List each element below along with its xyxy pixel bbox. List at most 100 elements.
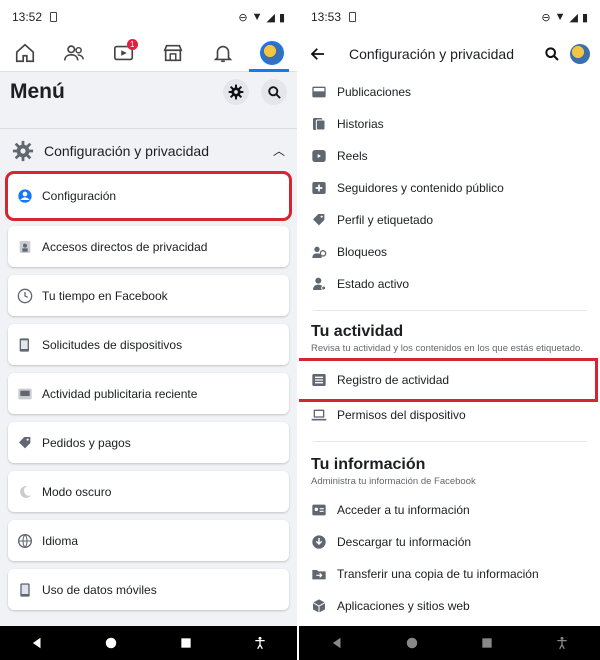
- settings-row[interactable]: Acceder a tu información: [299, 494, 600, 526]
- settings-row[interactable]: Aplicaciones y sitios web: [299, 590, 600, 622]
- section-subtitle-info: Administra tu información de Facebook: [311, 476, 476, 487]
- tab-marketplace[interactable]: [158, 38, 188, 68]
- wifi-icon: ▼: [554, 11, 566, 23]
- back-icon[interactable]: [330, 636, 344, 650]
- account-circle-icon: [16, 187, 34, 205]
- settings-row[interactable]: Registro de actividad: [299, 358, 598, 402]
- menu-item-label: Tu tiempo en Facebook: [42, 288, 168, 303]
- phone-icon: [16, 581, 34, 599]
- menu-item[interactable]: Pedidos y pagos: [8, 422, 289, 463]
- accessibility-icon[interactable]: [555, 636, 569, 650]
- recents-icon[interactable]: [179, 636, 193, 650]
- back-icon[interactable]: [30, 636, 44, 650]
- settings-row[interactable]: Historias: [299, 108, 600, 140]
- dnd-icon: ⊖: [238, 11, 248, 24]
- device-icon: [16, 336, 34, 354]
- settings-row-label: Bloqueos: [337, 245, 388, 259]
- sim-icon: [50, 12, 58, 22]
- left-screen: 13:52 ⊖ ▼ ◢ ▮ 1 Menú Configuración y pri…: [0, 0, 297, 626]
- store-icon: [163, 44, 183, 61]
- settings-row[interactable]: Publicaciones: [299, 76, 600, 108]
- dnd-icon: ⊖: [541, 11, 551, 24]
- settings-row-label: Transferir una copia de tu información: [337, 567, 539, 581]
- tab-notifications[interactable]: [208, 38, 238, 68]
- page-title: Menú: [10, 80, 65, 103]
- notification-badge: 1: [126, 38, 138, 50]
- gear-icon: [12, 140, 34, 161]
- settings-row-label: Estado activo: [337, 277, 410, 291]
- tab-friends[interactable]: [59, 38, 89, 68]
- settings-row[interactable]: Estado activo: [299, 268, 600, 300]
- accessibility-icon[interactable]: [253, 636, 267, 650]
- menu-item-label: Solicitudes de dispositivos: [42, 337, 183, 352]
- section-settings-privacy[interactable]: Configuración y privacidad ︿: [0, 128, 297, 172]
- settings-row-label: Perfil y etiquetado: [337, 213, 434, 227]
- main-tabbar: 1: [0, 34, 297, 72]
- android-nav-bar: [299, 626, 600, 660]
- settings-row[interactable]: Reels: [299, 140, 600, 172]
- posts-icon: [311, 84, 327, 100]
- bell-icon: [213, 45, 233, 62]
- menu-item[interactable]: Actividad publicitaria reciente: [8, 373, 289, 414]
- section-subtitle-activity: Revisa tu actividad y los contenidos en …: [311, 343, 583, 354]
- menu-header: Menú: [0, 72, 297, 112]
- recents-icon[interactable]: [480, 636, 494, 650]
- menu-item[interactable]: Configuración: [5, 171, 292, 221]
- clock-icon: [16, 287, 34, 305]
- search-button[interactable]: [261, 79, 287, 106]
- home-icon: [15, 43, 34, 62]
- settings-row[interactable]: Seguidores y contenido público: [299, 172, 600, 204]
- settings-row[interactable]: Transferir una copia de tu información: [299, 558, 600, 590]
- gear-icon: [228, 84, 243, 100]
- status-bar: 13:52 ⊖ ▼ ◢ ▮: [0, 0, 297, 34]
- android-nav-bar: [0, 626, 297, 660]
- menu-item-label: Idioma: [42, 533, 79, 548]
- stories-icon: [311, 116, 327, 132]
- status-time: 13:53: [311, 10, 342, 24]
- menu-item-label: Uso de datos móviles: [42, 582, 157, 597]
- moon-icon: [16, 483, 34, 501]
- laptop-icon: [311, 407, 327, 423]
- menu-item[interactable]: Idioma: [8, 520, 289, 561]
- followers-icon: [311, 180, 327, 196]
- menu-item[interactable]: Tu tiempo en Facebook: [8, 275, 289, 316]
- menu-item[interactable]: Accesos directos de privacidad: [8, 226, 289, 267]
- avatar: [260, 40, 285, 65]
- search-icon: [267, 86, 281, 99]
- search-icon[interactable]: [544, 46, 560, 62]
- home-icon[interactable]: [104, 636, 118, 650]
- tab-menu[interactable]: [257, 38, 287, 68]
- settings-row[interactable]: Permisos del dispositivo: [299, 399, 600, 431]
- settings-row-label: Registro de actividad: [337, 373, 450, 387]
- menu-item[interactable]: Uso de datos móviles: [8, 569, 289, 610]
- settings-row-label: Permisos del dispositivo: [337, 408, 466, 422]
- section-title-info: Tu información: [311, 456, 426, 473]
- tab-watch[interactable]: 1: [109, 38, 139, 68]
- folder-icon: [311, 566, 327, 582]
- menu-item-label: Configuración: [42, 189, 117, 203]
- tab-home[interactable]: [10, 38, 40, 68]
- menu-item[interactable]: Modo oscuro: [8, 471, 289, 512]
- ad-icon: [16, 385, 34, 403]
- wifi-icon: ▼: [251, 11, 263, 23]
- home-icon[interactable]: [405, 636, 419, 650]
- tag-icon: [16, 434, 34, 452]
- download-icon: [311, 534, 327, 550]
- battery-icon: ▮: [278, 11, 285, 24]
- friends-icon: [64, 44, 85, 60]
- settings-row-label: Aplicaciones y sitios web: [337, 599, 470, 613]
- settings-row[interactable]: Bloqueos: [299, 236, 600, 268]
- sim-icon: [349, 12, 357, 22]
- chevron-up-icon: ︿: [272, 144, 285, 158]
- block-user-icon: [311, 244, 327, 260]
- settings-button[interactable]: [222, 78, 249, 105]
- settings-row[interactable]: Descargar tu información: [299, 526, 600, 558]
- menu-item[interactable]: Solicitudes de dispositivos: [8, 324, 289, 365]
- menu-item-label: Accesos directos de privacidad: [42, 239, 208, 254]
- settings-row-label: Reels: [337, 149, 368, 163]
- globe-icon: [16, 532, 34, 550]
- avatar[interactable]: [570, 44, 590, 64]
- settings-row[interactable]: Perfil y etiquetado: [299, 204, 600, 236]
- settings-row-label: Descargar tu información: [337, 535, 472, 549]
- back-arrow-icon[interactable]: [309, 45, 327, 63]
